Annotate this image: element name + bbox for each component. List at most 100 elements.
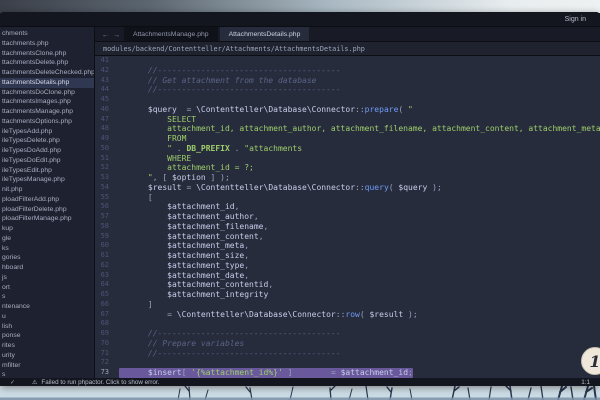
file-item[interactable]: ploadFilterManage.php — [0, 214, 94, 224]
status-error-message[interactable]: Failed to run phpactor. Click to show er… — [41, 379, 159, 386]
sign-in-button[interactable]: Sign in — [565, 16, 586, 23]
code-line[interactable]: 65 $attachment_integrity — [95, 290, 600, 300]
file-item[interactable]: ttachments.php — [0, 39, 94, 49]
file-item[interactable]: chments — [0, 29, 94, 39]
file-item[interactable]: ttachmentsOptions.php — [0, 117, 94, 127]
file-item[interactable]: ntenance — [0, 302, 94, 312]
code-line[interactable]: 51 WHERE — [95, 154, 600, 164]
code-line[interactable]: 73 $insert[ '{%attachment_id%}' ] = $att… — [95, 368, 600, 378]
code-line[interactable]: 45 — [95, 95, 600, 105]
file-item[interactable]: s — [0, 292, 94, 302]
line-number: 42 — [95, 66, 119, 76]
code-line[interactable]: 64 $attachment_contentid, — [95, 280, 600, 290]
line-number: 61 — [95, 251, 119, 261]
file-item[interactable]: ttachmentsManage.php — [0, 107, 94, 117]
code-line[interactable]: 54 $result = \Contentteller\Database\Con… — [95, 183, 600, 193]
tab-label: AttachmentsDetails.php — [229, 31, 301, 38]
file-item[interactable]: lish — [0, 322, 94, 332]
code-line[interactable]: 68 — [95, 319, 600, 329]
file-item[interactable]: ileTypesDoAdd.php — [0, 146, 94, 156]
file-item[interactable]: ploadFilterAdd.php — [0, 195, 94, 205]
line-number: 59 — [95, 232, 119, 242]
file-item[interactable]: urity — [0, 351, 94, 361]
code-text: $attachment_author, — [119, 212, 259, 222]
file-item[interactable]: rites — [0, 341, 94, 351]
code-text: $attachment_integrity — [119, 290, 268, 300]
code-text: ] — [119, 300, 153, 310]
file-item[interactable]: ttachmentsDelete.php — [0, 58, 94, 68]
code-line[interactable]: 67 = \Contentteller\Database\Connector::… — [95, 310, 600, 320]
code-line[interactable]: 50 " . DB_PREFIX . "attachments — [95, 144, 600, 154]
code-line[interactable]: 61 $attachment_size, — [95, 251, 600, 261]
file-item[interactable]: ttachmentsImages.php — [0, 97, 94, 107]
code-text: $query = \Contentteller\Database\Connect… — [119, 105, 413, 115]
file-item[interactable]: ileTypesAdd.php — [0, 127, 94, 137]
tab-attachments-manage[interactable]: AttachmentsManage.php — [124, 27, 218, 41]
code-line[interactable]: 72 — [95, 358, 600, 368]
code-line[interactable]: 43 // Get attachment from the database — [95, 76, 600, 86]
file-item[interactable]: ttachmentsDoClone.php — [0, 88, 94, 98]
file-item[interactable]: ploadFilterDelete.php — [0, 205, 94, 215]
file-item[interactable]: kup — [0, 224, 94, 234]
file-item[interactable]: u — [0, 312, 94, 322]
code-line[interactable]: 47 SELECT — [95, 115, 600, 125]
file-item[interactable]: hboard — [0, 263, 94, 273]
code-text: $attachment_id, — [119, 202, 239, 212]
file-item[interactable]: nit.php — [0, 185, 94, 195]
file-item[interactable]: mfilter — [0, 361, 94, 371]
code-line[interactable]: 59 $attachment_content, — [95, 232, 600, 242]
code-line[interactable]: 71 //-----------------------------------… — [95, 349, 600, 359]
line-number: 64 — [95, 280, 119, 290]
file-item[interactable]: ort — [0, 283, 94, 293]
code-text: = \Contentteller\Database\Connector::row… — [119, 310, 418, 320]
code-line[interactable]: 70 // Prepare variables — [95, 339, 600, 349]
code-line[interactable]: 57 $attachment_author, — [95, 212, 600, 222]
diagnostics-check-icon[interactable]: ✓ — [10, 379, 15, 386]
code-line[interactable]: 44 //-----------------------------------… — [95, 85, 600, 95]
code-text: $attachment_type, — [119, 261, 249, 271]
code-line[interactable]: 56 $attachment_id, — [95, 202, 600, 212]
code-line[interactable]: 62 $attachment_type, — [95, 261, 600, 271]
code-line[interactable]: 42 //-----------------------------------… — [95, 66, 600, 76]
code-line[interactable]: 48 attachment_id, attachment_author, att… — [95, 124, 600, 134]
code-line[interactable]: 58 $attachment_filename, — [95, 222, 600, 232]
status-bar: ✓ ⚠ Failed to run phpactor. Click to sho… — [0, 378, 600, 386]
nav-forward-icon[interactable]: → — [111, 27, 122, 41]
nav-back-icon[interactable]: ← — [100, 27, 111, 41]
line-number: 67 — [95, 310, 119, 320]
code-line[interactable]: 69 //-----------------------------------… — [95, 329, 600, 339]
cursor-position[interactable]: 1:1 — [581, 379, 590, 386]
file-item[interactable]: ileTypesEdit.php — [0, 166, 94, 176]
code-line[interactable]: 49 FROM — [95, 134, 600, 144]
file-item[interactable]: ponse — [0, 331, 94, 341]
file-item[interactable]: gories — [0, 253, 94, 263]
file-item[interactable]: ileTypesManage.php — [0, 175, 94, 185]
tab-attachments-details[interactable]: AttachmentsDetails.php — [220, 27, 310, 41]
code-text: attachment_id = ?; — [119, 163, 254, 173]
code-line[interactable]: 63 $attachment_date, — [95, 271, 600, 281]
file-item[interactable]: js — [0, 273, 94, 283]
breadcrumb[interactable]: modules/backend/Contentteller/Attachment… — [95, 42, 600, 56]
code-line[interactable]: 66 ] — [95, 300, 600, 310]
code-editor[interactable]: 4142 //---------------------------------… — [95, 56, 600, 378]
code-line[interactable]: 46 $query = \Contentteller\Database\Conn… — [95, 105, 600, 115]
line-number: 63 — [95, 271, 119, 281]
line-number: 51 — [95, 154, 119, 164]
file-item[interactable]: ttachmentsClone.php — [0, 49, 94, 59]
code-line[interactable]: 41 — [95, 56, 600, 66]
code-text: $attachment_size, — [119, 251, 249, 261]
file-item[interactable]: ileTypesDoEdit.php — [0, 156, 94, 166]
file-item[interactable]: ttachmentsDeleteChecked.php — [0, 68, 94, 78]
code-line[interactable]: 55 [ — [95, 193, 600, 203]
line-number: 43 — [95, 76, 119, 86]
file-item[interactable]: ileTypesDelete.php — [0, 136, 94, 146]
file-item[interactable]: ttachmentsDetails.php — [0, 78, 94, 88]
line-number: 65 — [95, 290, 119, 300]
code-line[interactable]: 53 ", [ $option ] ); — [95, 173, 600, 183]
file-item[interactable]: s — [0, 370, 94, 378]
line-number: 54 — [95, 183, 119, 193]
file-item[interactable]: gle — [0, 234, 94, 244]
code-line[interactable]: 60 $attachment_meta, — [95, 241, 600, 251]
file-item[interactable]: ks — [0, 244, 94, 254]
code-line[interactable]: 52 attachment_id = ?; — [95, 163, 600, 173]
